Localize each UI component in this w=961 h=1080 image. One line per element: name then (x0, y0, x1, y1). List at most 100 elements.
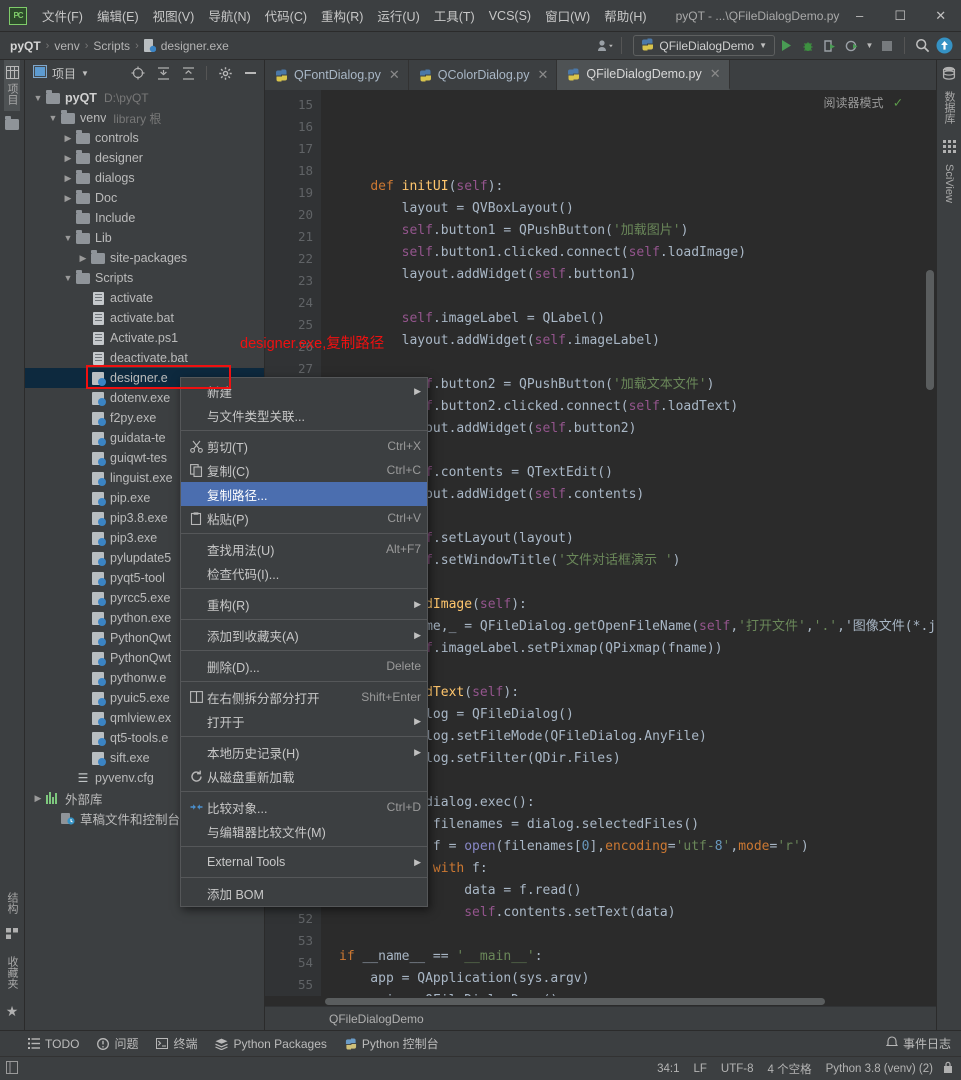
tree-item[interactable]: activate.bat (25, 308, 264, 328)
minimize-button[interactable]: – (839, 0, 880, 32)
context-menu-item[interactable]: 与文件类型关联... (181, 403, 427, 427)
gutter-line[interactable]: 18 (265, 160, 321, 182)
line-separator[interactable]: LF (694, 1063, 707, 1075)
menu-vcs[interactable]: VCS(S) (482, 5, 538, 27)
context-menu-item[interactable]: 打开于 ▶ (181, 709, 427, 733)
context-menu-item[interactable]: 复制(C) Ctrl+C (181, 458, 427, 482)
menu-run[interactable]: 运行(U) (370, 2, 426, 29)
breadcrumb-item-0[interactable]: pyQT (10, 39, 41, 53)
chevron-right-icon[interactable]: ▶ (61, 133, 75, 144)
caret-position[interactable]: 34:1 (657, 1063, 679, 1075)
breadcrumb-item-2[interactable]: Scripts (93, 39, 130, 53)
gutter-line[interactable]: 21 (265, 226, 321, 248)
context-menu-item[interactable]: 检查代码(I)... (181, 561, 427, 585)
run-configuration-selector[interactable]: QFileDialogDemo ▼ (633, 35, 775, 56)
tree-item[interactable]: ▶ site-packages (25, 248, 264, 268)
user-account-icon[interactable] (594, 35, 616, 57)
tree-item[interactable]: ▼ pyQT D:\pyQT (25, 88, 264, 108)
tree-item[interactable]: Include (25, 208, 264, 228)
context-menu-item[interactable]: 与编辑器比较文件(M) (181, 819, 427, 843)
tree-item[interactable]: ▼ Scripts (25, 268, 264, 288)
tool-window-tab[interactable]: Python Packages (215, 1037, 327, 1051)
update-project-icon[interactable] (933, 35, 955, 57)
tree-item[interactable]: ▶ controls (25, 128, 264, 148)
gutter-line[interactable]: 53 (265, 930, 321, 952)
gutter-line[interactable]: 20 (265, 204, 321, 226)
context-menu-item[interactable]: 从磁盘重新加载 (181, 764, 427, 788)
chevron-down-icon[interactable]: ▼ (61, 273, 75, 283)
gutter-line[interactable]: 24 (265, 292, 321, 314)
gutter-line[interactable]: 55 (265, 974, 321, 996)
tree-item[interactable]: ▼ venv library 根 (25, 108, 264, 128)
context-menu-item[interactable]: 新建 ▶ (181, 379, 427, 403)
strip-tab-sciview[interactable]: SciView (943, 158, 955, 209)
strip-tab-project[interactable]: 项目 (4, 60, 20, 111)
menu-refactor[interactable]: 重构(R) (314, 2, 370, 29)
tree-item[interactable]: activate (25, 288, 264, 308)
file-context-menu[interactable]: 新建 ▶ 与文件类型关联... 剪切(T) Ctrl+X 复制(C) Ctrl+C 复制路径.… (180, 377, 428, 907)
editor-breadcrumb[interactable]: QFileDialogDemo (265, 1006, 936, 1030)
gutter-line[interactable]: 52 (265, 908, 321, 930)
menu-view[interactable]: 视图(V) (146, 2, 202, 29)
maximize-button[interactable]: ☐ (880, 0, 921, 32)
stop-icon[interactable] (876, 35, 898, 57)
context-menu-item[interactable]: 添加 BOM (181, 881, 427, 905)
expand-all-icon[interactable] (153, 63, 173, 83)
gutter-line[interactable]: 22 (265, 248, 321, 270)
run-icon[interactable] (775, 35, 797, 57)
editor-tab[interactable]: QFontDialog.py ✕ (265, 60, 409, 90)
chevron-down-icon[interactable]: ▼ (31, 93, 45, 103)
gutter-line[interactable]: 17 (265, 138, 321, 160)
select-opened-file-icon[interactable] (128, 63, 148, 83)
run-with-coverage-icon[interactable] (819, 35, 841, 57)
context-menu-item[interactable]: 粘贴(P) Ctrl+V (181, 506, 427, 530)
menu-window[interactable]: 窗口(W) (538, 2, 597, 29)
strip-tab-favorites[interactable]: 收藏夹 (4, 950, 20, 995)
chevron-down-icon[interactable]: ▼ (61, 233, 75, 243)
editor-vertical-scrollbar[interactable] (926, 270, 934, 390)
indent-setting[interactable]: 4 个空格 (768, 1061, 812, 1077)
menu-file[interactable]: 文件(F) (35, 2, 90, 29)
editor-tab[interactable]: QFileDialogDemo.py ✕ (557, 60, 730, 90)
collapse-all-icon[interactable] (178, 63, 198, 83)
strip-tab-structure[interactable]: 结构 (4, 886, 20, 920)
tree-item[interactable]: deactivate.bat (25, 348, 264, 368)
gutter-line[interactable]: 23 (265, 270, 321, 292)
gear-icon[interactable] (215, 63, 235, 83)
chevron-right-icon[interactable]: ▶ (61, 173, 75, 184)
close-icon[interactable]: ✕ (537, 67, 548, 83)
context-menu-item[interactable]: 比较对象... Ctrl+D (181, 795, 427, 819)
context-menu-item[interactable]: 查找用法(U) Alt+F7 (181, 537, 427, 561)
close-icon[interactable]: ✕ (389, 67, 400, 83)
breadcrumb-item-1[interactable]: venv (54, 39, 79, 53)
menu-edit[interactable]: 编辑(E) (90, 2, 146, 29)
strip-tab-database[interactable]: 数据库 (941, 85, 957, 130)
event-log-tab[interactable]: 事件日志 (885, 1035, 951, 1052)
context-menu-item[interactable]: 在右侧拆分部分打开 Shift+Enter (181, 685, 427, 709)
menu-navigate[interactable]: 导航(N) (201, 2, 257, 29)
toggle-sidebar-icon[interactable] (6, 1060, 18, 1077)
breadcrumb-item-3[interactable]: designer.exe (143, 39, 229, 53)
tree-item[interactable]: ▶ dialogs (25, 168, 264, 188)
close-icon[interactable]: ✕ (710, 66, 721, 82)
lock-icon[interactable] (943, 1061, 953, 1077)
hide-pane-icon[interactable] (240, 63, 260, 83)
python-interpreter[interactable]: Python 3.8 (venv) (2) (826, 1063, 933, 1075)
tool-window-tab[interactable]: 终端 (156, 1035, 197, 1052)
context-menu-item[interactable]: 添加到收藏夹(A) ▶ (181, 623, 427, 647)
editor-horizontal-scrollbar[interactable] (325, 998, 825, 1005)
chevron-right-icon[interactable]: ▶ (31, 793, 45, 804)
file-encoding[interactable]: UTF-8 (721, 1063, 754, 1075)
menu-code[interactable]: 代码(C) (258, 2, 314, 29)
chevron-down-icon[interactable]: ▼ (81, 69, 89, 78)
gutter-line[interactable]: 19 (265, 182, 321, 204)
tree-item[interactable]: ▼ Lib (25, 228, 264, 248)
tree-item[interactable]: ▶ designer (25, 148, 264, 168)
context-menu-item[interactable]: 重构(R) ▶ (181, 592, 427, 616)
tree-item[interactable]: ▶ Doc (25, 188, 264, 208)
menu-tools[interactable]: 工具(T) (427, 2, 482, 29)
editor-tab[interactable]: QColorDialog.py ✕ (409, 60, 558, 90)
chevron-right-icon[interactable]: ▶ (76, 253, 90, 264)
context-menu-item[interactable]: 剪切(T) Ctrl+X (181, 434, 427, 458)
profile-dropdown-icon[interactable]: ▼ (863, 35, 876, 57)
